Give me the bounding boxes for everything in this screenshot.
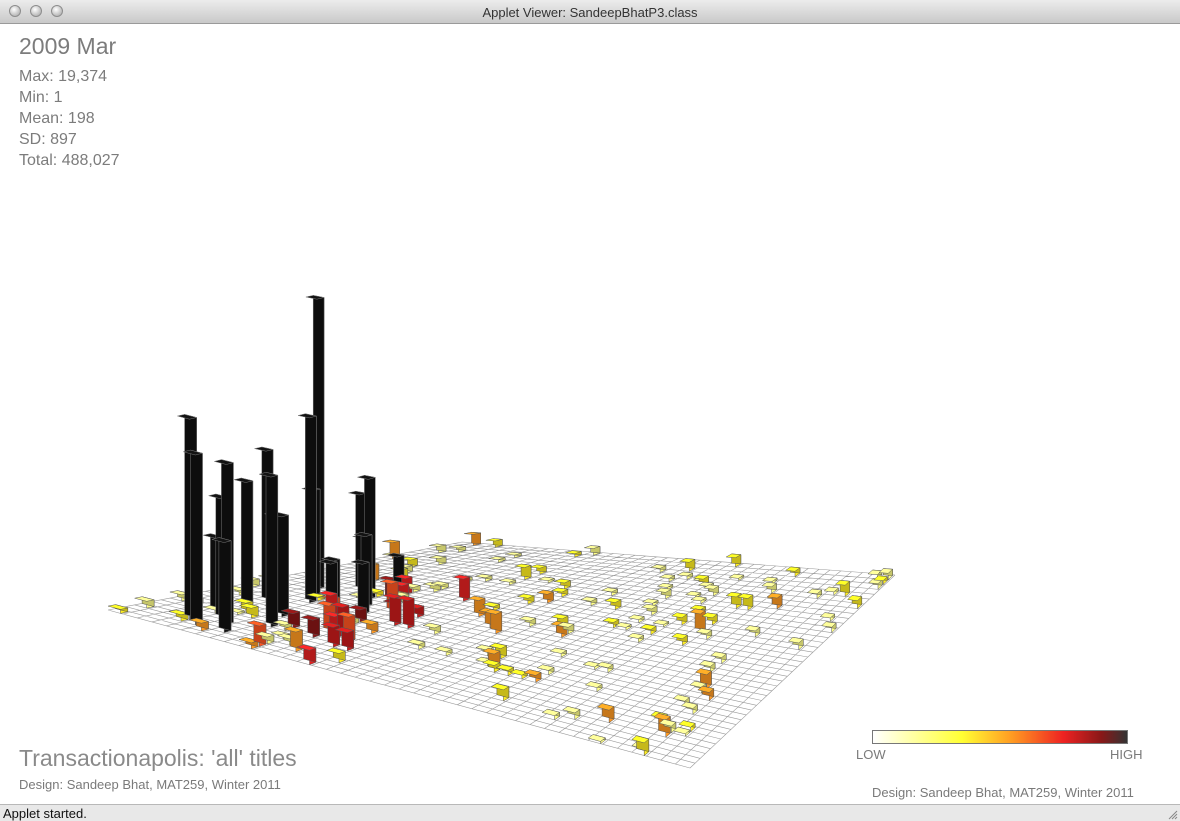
data-bar	[806, 588, 823, 600]
data-bar	[233, 477, 254, 613]
stat-min: Min: 1	[19, 89, 63, 106]
data-bar	[595, 661, 614, 674]
month-label: 2009 Mar	[19, 33, 117, 59]
data-bar	[744, 625, 761, 638]
data-bar	[541, 708, 561, 721]
data-bar	[296, 644, 317, 666]
legend-low-label: LOW	[856, 747, 886, 762]
data-bar	[821, 621, 837, 634]
data-bar	[134, 596, 155, 609]
data-bar	[428, 555, 447, 566]
data-bar	[671, 633, 689, 646]
data-bar	[433, 646, 453, 657]
stats-panel: Max: 19,374 Min: 1 Mean: 198 SD: 897 Tot…	[19, 66, 120, 171]
city-visualization	[107, 295, 896, 769]
design-credit-left: Design: Sandeep Bhat, MAT259, Winter 201…	[19, 777, 281, 792]
data-bar	[784, 566, 801, 578]
stat-max: Max: 19,374	[19, 68, 108, 85]
data-bar	[189, 617, 209, 632]
stat-mean: Mean: 198	[19, 110, 95, 127]
data-bar	[787, 637, 804, 651]
design-credit-right: Design: Sandeep Bhat, MAT259, Winter 201…	[872, 785, 1134, 800]
color-legend-bar	[872, 730, 1128, 744]
data-bar	[536, 589, 555, 604]
stat-sd: SD: 897	[19, 131, 77, 148]
data-bar	[587, 734, 606, 745]
data-bar	[766, 592, 783, 610]
data-bar	[298, 413, 317, 604]
data-bar	[562, 706, 581, 720]
stat-total: Total: 488,027	[19, 152, 120, 169]
data-bar	[823, 586, 840, 596]
data-bar	[549, 647, 568, 658]
data-bar	[464, 531, 481, 546]
data-bar	[509, 669, 529, 680]
data-bar	[596, 703, 615, 724]
data-bar	[584, 681, 603, 693]
visualization-title: Transactionapolis: 'all' titles	[19, 745, 297, 771]
data-bar	[676, 571, 694, 580]
status-text: Applet started.	[3, 806, 87, 821]
data-bar	[649, 564, 667, 573]
data-bar	[107, 604, 129, 614]
data-bar	[725, 591, 742, 610]
resize-grip-icon[interactable]	[1166, 808, 1178, 820]
status-bar: Applet started.	[0, 804, 1180, 821]
data-bar	[640, 603, 658, 616]
legend-high-label: HIGH	[1110, 747, 1143, 762]
